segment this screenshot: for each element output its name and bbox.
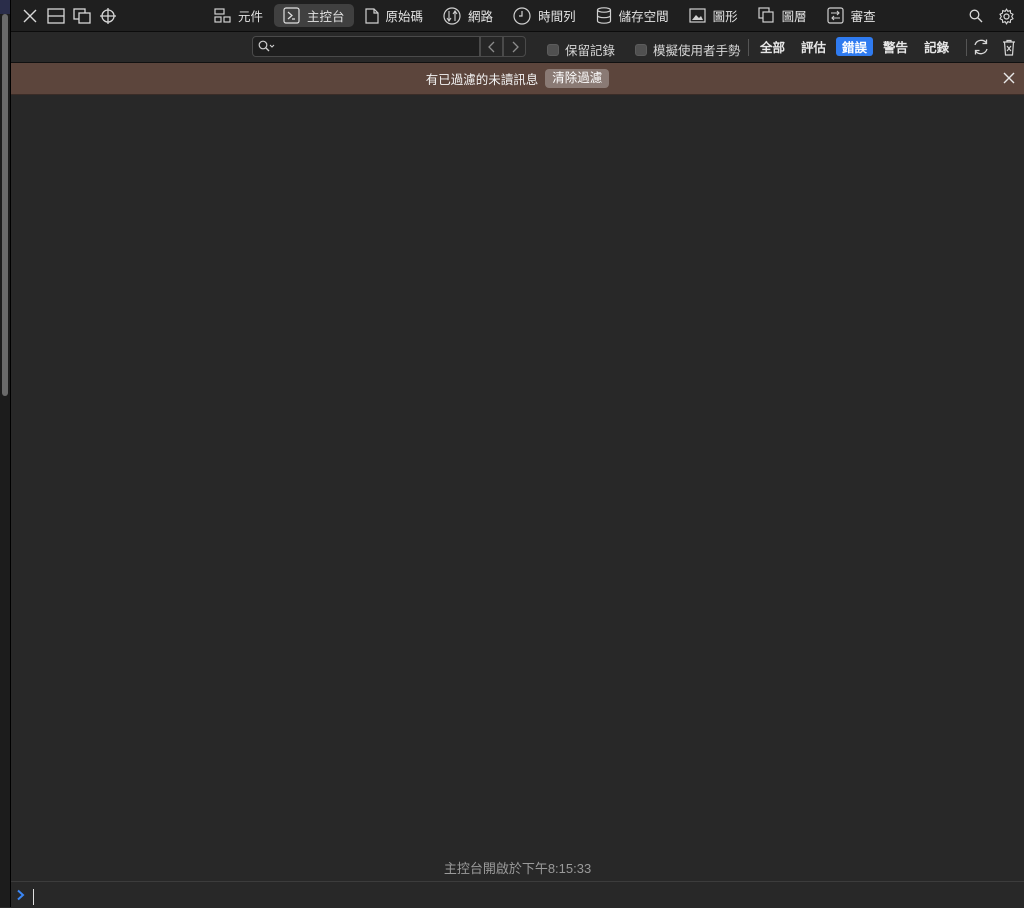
tab-layers[interactable]: 圖層 bbox=[749, 4, 816, 27]
text-caret bbox=[33, 889, 34, 905]
tab-label: 圖層 bbox=[781, 10, 807, 24]
window-controls bbox=[19, 5, 119, 27]
storage-icon bbox=[596, 7, 611, 24]
banner-message: 有已過濾的未讀訊息 bbox=[425, 73, 539, 87]
trash-icon[interactable] bbox=[999, 37, 1019, 57]
checkbox-box[interactable] bbox=[547, 43, 559, 56]
divider bbox=[748, 39, 749, 56]
tab-label: 網路 bbox=[468, 10, 494, 24]
chevron-right-icon bbox=[512, 41, 519, 52]
level-warnings[interactable]: 警告 bbox=[877, 37, 914, 56]
tab-bar: 元件 主控台 原始碼 網路 時間列 儲存空間 圖形 圖層 審查 bbox=[11, 0, 1024, 32]
level-logs[interactable]: 記錄 bbox=[918, 37, 955, 56]
previous-button[interactable] bbox=[480, 36, 503, 57]
console-icon bbox=[283, 7, 300, 24]
banner-content: 有已過濾的未讀訊息 清除過濾 bbox=[11, 69, 1024, 88]
tab-sources[interactable]: 原始碼 bbox=[356, 4, 433, 27]
tab-audit[interactable]: 審查 bbox=[818, 4, 885, 27]
tab-network[interactable]: 網路 bbox=[434, 4, 502, 27]
emulate-gesture-checkbox[interactable]: 模擬使用者手勢 bbox=[635, 40, 741, 59]
crosshair-icon[interactable] bbox=[97, 5, 119, 27]
search-icon[interactable] bbox=[966, 5, 986, 27]
elements-icon bbox=[214, 8, 231, 23]
tab-label: 審查 bbox=[850, 10, 876, 24]
tab-label: 儲存空間 bbox=[618, 10, 669, 24]
scrollbar-thumb[interactable] bbox=[2, 14, 8, 396]
tab-storage[interactable]: 儲存空間 bbox=[587, 4, 678, 27]
filter-search[interactable] bbox=[252, 36, 481, 58]
scrollbar-top bbox=[0, 0, 10, 14]
search-icon bbox=[258, 40, 276, 58]
tab-label: 元件 bbox=[238, 10, 264, 24]
tab-graphics[interactable]: 圖形 bbox=[680, 4, 747, 27]
tabbar-right-icons bbox=[966, 5, 1016, 27]
layers-icon bbox=[758, 7, 774, 23]
gear-icon[interactable] bbox=[996, 5, 1016, 27]
level-evaluations[interactable]: 評估 bbox=[795, 37, 832, 56]
reload-icon[interactable] bbox=[971, 37, 991, 57]
next-button[interactable] bbox=[503, 36, 526, 57]
tab-label: 圖形 bbox=[712, 10, 738, 24]
checkbox-box[interactable] bbox=[635, 43, 647, 56]
dock-bottom-icon[interactable] bbox=[45, 5, 67, 27]
filtered-messages-banner: 有已過濾的未讀訊息 清除過濾 bbox=[11, 63, 1024, 95]
level-errors[interactable]: 錯誤 bbox=[836, 37, 874, 56]
chevron-left-icon bbox=[487, 41, 494, 52]
inspector-main: 元件 主控台 原始碼 網路 時間列 儲存空間 圖形 圖層 審查 保留記錄 模擬使… bbox=[11, 0, 1024, 908]
clear-filters-button[interactable]: 清除過濾 bbox=[545, 69, 610, 88]
checkbox-label: 保留記錄 bbox=[565, 44, 616, 58]
sources-icon bbox=[364, 7, 379, 24]
tab-console[interactable]: 主控台 bbox=[274, 4, 354, 27]
divider bbox=[966, 39, 967, 56]
timelines-icon bbox=[513, 6, 531, 25]
console-opened-message: 主控台開啟於下午8:15:33 bbox=[443, 861, 592, 876]
checkbox-label: 模擬使用者手勢 bbox=[653, 44, 741, 58]
web-inspector-window: 元件 主控台 原始碼 網路 時間列 儲存空間 圖形 圖層 審查 保留記錄 模擬使… bbox=[0, 0, 1024, 908]
prompt-chevron-icon bbox=[17, 889, 25, 901]
filter-bar: 保留記錄 模擬使用者手勢 全部 評估 錯誤 警告 記錄 bbox=[11, 32, 1024, 63]
close-icon[interactable] bbox=[1002, 71, 1016, 85]
graphics-icon bbox=[688, 8, 706, 23]
undock-icon[interactable] bbox=[71, 5, 93, 27]
left-scrollbar[interactable] bbox=[0, 0, 11, 907]
preserve-log-checkbox[interactable]: 保留記錄 bbox=[547, 40, 615, 59]
tab-label: 原始碼 bbox=[385, 10, 424, 24]
console-actions bbox=[971, 37, 1019, 57]
tab-list: 元件 主控台 原始碼 網路 時間列 儲存空間 圖形 圖層 審查 bbox=[205, 4, 885, 27]
tab-label: 時間列 bbox=[538, 10, 576, 24]
console-prompt[interactable] bbox=[11, 881, 1024, 908]
tab-elements[interactable]: 元件 bbox=[205, 4, 272, 27]
level-all[interactable]: 全部 bbox=[754, 37, 791, 56]
network-icon bbox=[443, 6, 461, 25]
audit-icon bbox=[827, 7, 844, 24]
tab-timelines[interactable]: 時間列 bbox=[504, 4, 585, 27]
tab-label: 主控台 bbox=[307, 10, 345, 24]
log-level-filters: 全部 評估 錯誤 警告 記錄 bbox=[754, 37, 955, 56]
close-icon[interactable] bbox=[19, 5, 41, 27]
console-output[interactable]: 主控台開啟於下午8:15:33 bbox=[11, 95, 1024, 881]
filter-input[interactable] bbox=[277, 38, 481, 57]
